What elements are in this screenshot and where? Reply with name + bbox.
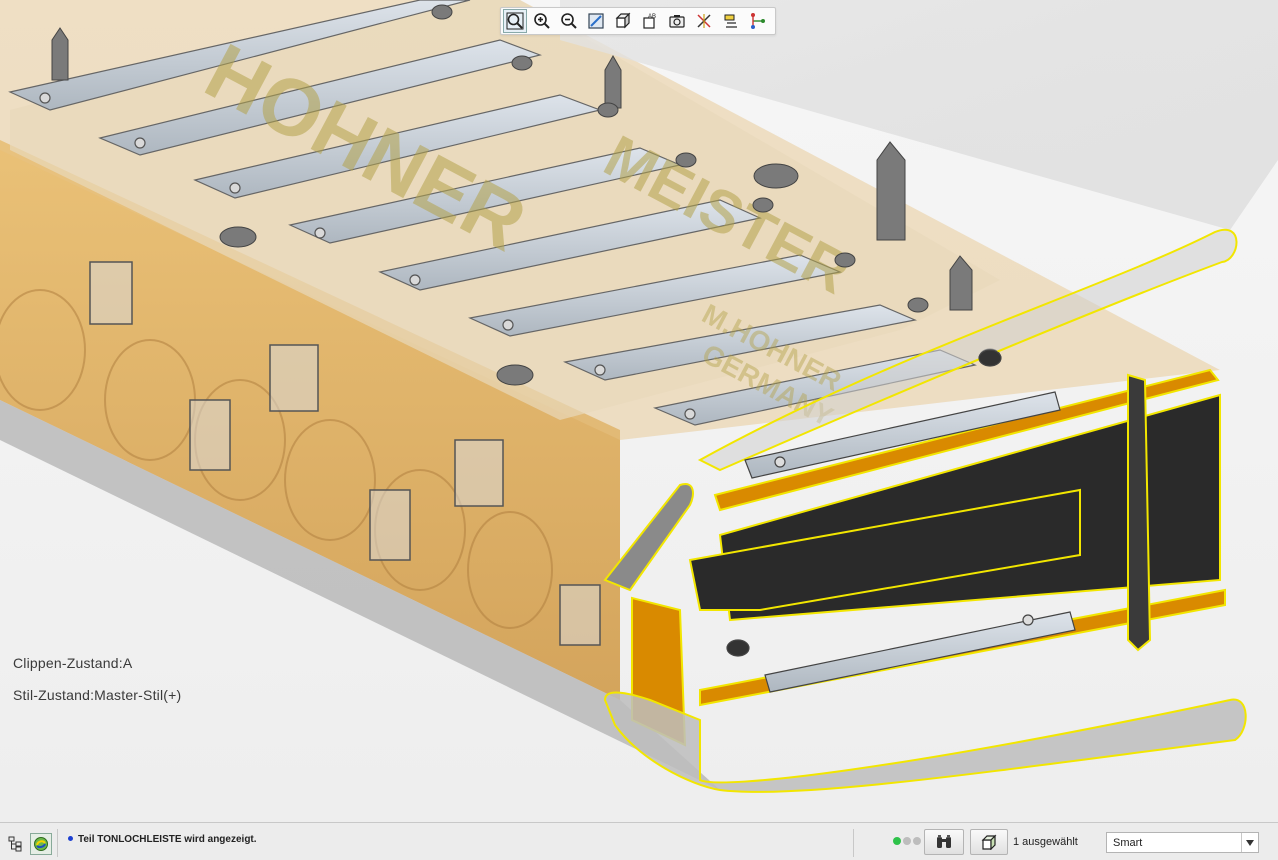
model-tree-toggle-icon[interactable] bbox=[4, 833, 26, 855]
selection-filter-dropdown[interactable]: Smart bbox=[1106, 832, 1259, 853]
clip-state-label: Clippen-Zustand:A bbox=[13, 655, 133, 671]
status-message: Teil TONLOCHLEISTE wird angezeigt. bbox=[78, 834, 257, 845]
selection-count: 1 ausgewählt bbox=[1013, 836, 1078, 848]
message-area: Teil TONLOCHLEISTE wird angezeigt. bbox=[68, 834, 257, 845]
harmonica-3d-model[interactable]: HOHNER MEISTER M.HOHNER GERMANY bbox=[0, 0, 1278, 822]
status-light-green-icon bbox=[893, 837, 901, 845]
view-manager-icon[interactable] bbox=[665, 9, 689, 33]
spin-center-icon[interactable] bbox=[746, 9, 770, 33]
status-light-off-icon bbox=[913, 837, 921, 845]
regeneration-status-lights bbox=[893, 837, 921, 845]
zoom-fit-icon[interactable] bbox=[503, 9, 527, 33]
style-state-label: Stil-Zustand:Master-Stil(+) bbox=[13, 687, 182, 703]
filter-value: Smart bbox=[1113, 836, 1143, 849]
chevron-down-icon[interactable] bbox=[1241, 833, 1258, 852]
message-bullet-icon bbox=[68, 835, 73, 841]
saved-views-icon[interactable]: AB bbox=[638, 9, 662, 33]
find-button[interactable] bbox=[924, 829, 964, 855]
browser-toggle-icon[interactable] bbox=[30, 833, 52, 855]
svg-text:AB: AB bbox=[648, 14, 656, 20]
annotation-icon[interactable] bbox=[719, 9, 743, 33]
display-style-icon[interactable] bbox=[611, 9, 635, 33]
zoom-in-icon[interactable] bbox=[530, 9, 554, 33]
cube-selection-icon bbox=[981, 834, 997, 850]
separator bbox=[57, 829, 58, 857]
status-bar: Teil TONLOCHLEISTE wird angezeigt. 1 aus… bbox=[0, 822, 1278, 860]
view-toolbar: AB bbox=[500, 7, 776, 35]
status-light-off-icon bbox=[903, 837, 911, 845]
selection-filter-button[interactable] bbox=[970, 829, 1008, 855]
zoom-out-icon[interactable] bbox=[557, 9, 581, 33]
separator bbox=[853, 829, 854, 857]
repaint-icon[interactable] bbox=[584, 9, 608, 33]
datum-display-icon[interactable] bbox=[692, 9, 716, 33]
binoculars-icon bbox=[937, 835, 951, 848]
graphics-window[interactable]: HOHNER MEISTER M.HOHNER GERMANY AB Clipp… bbox=[0, 0, 1278, 822]
